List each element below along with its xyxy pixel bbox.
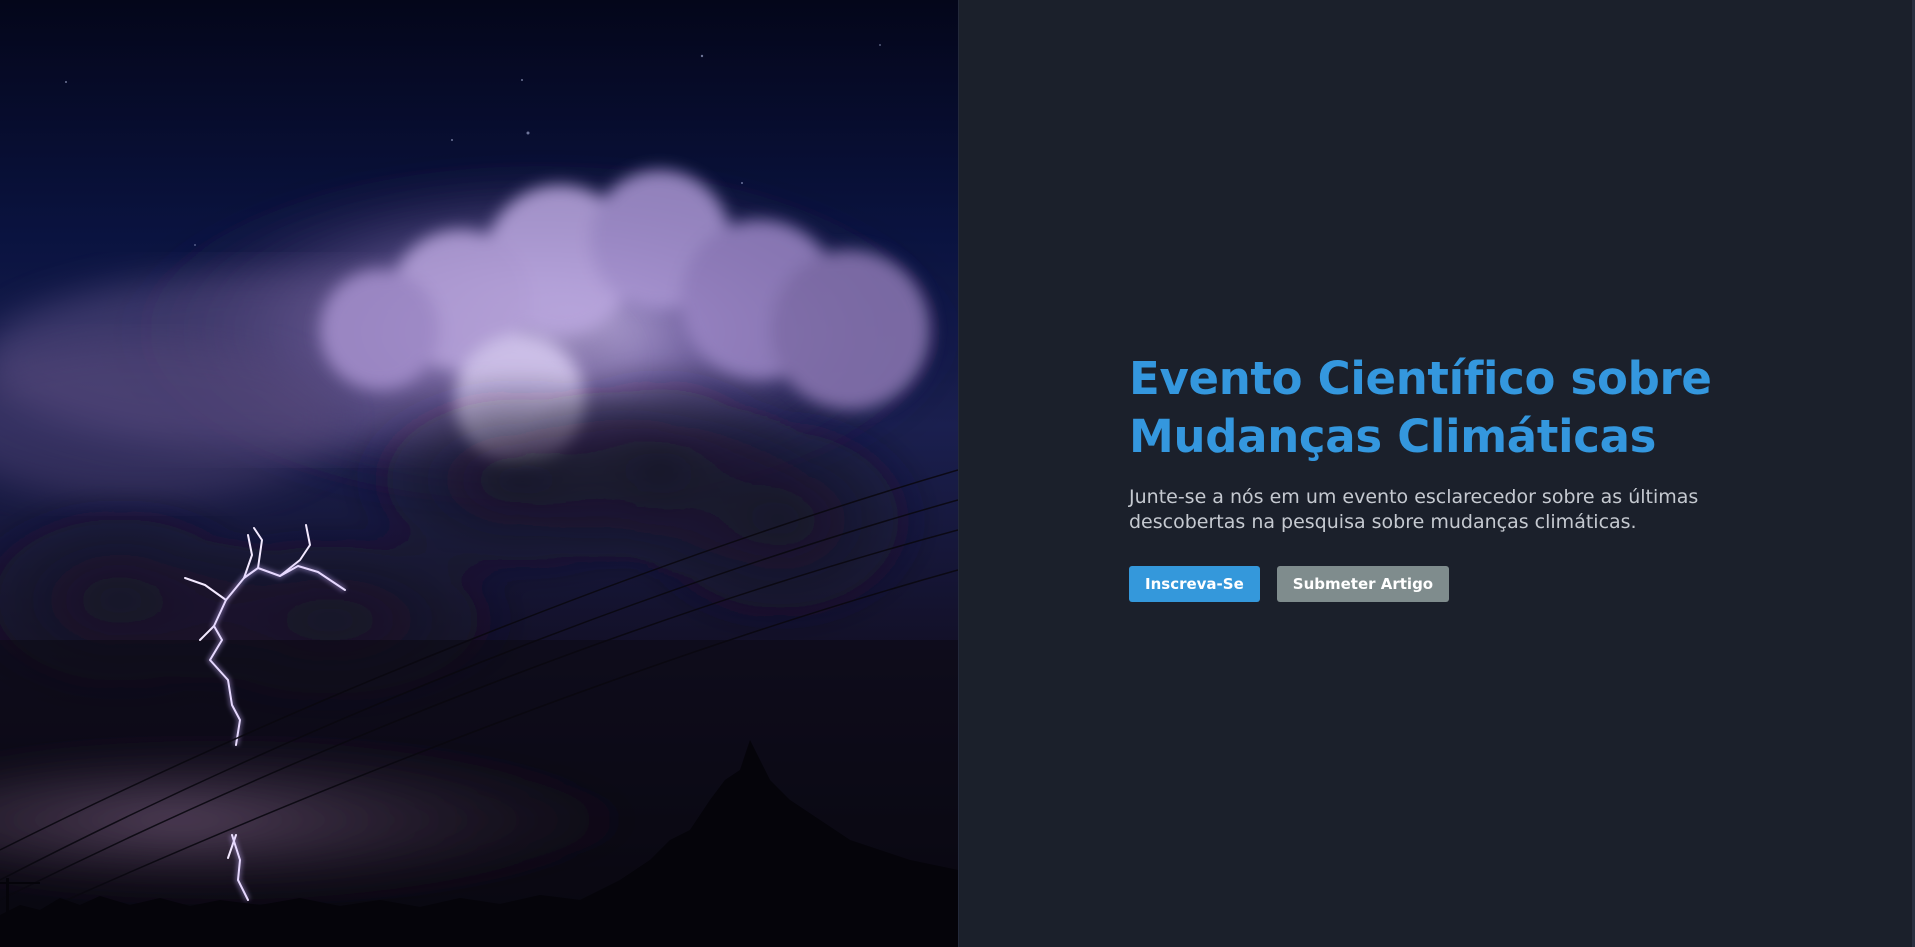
- page-subtitle: Junte-se a nós em um evento esclarecedor…: [1129, 486, 1699, 533]
- storm-illustration: [0, 0, 958, 947]
- hero-actions: Inscreva-Se Submeter Artigo: [1129, 566, 1769, 602]
- page: Evento Científico sobre Mudanças Climáti…: [0, 0, 1915, 947]
- hero-content-panel: Evento Científico sobre Mudanças Climáti…: [958, 0, 1915, 947]
- hero-image: [0, 0, 958, 947]
- submit-article-button[interactable]: Submeter Artigo: [1276, 566, 1450, 602]
- register-button[interactable]: Inscreva-Se: [1129, 566, 1260, 602]
- page-title: Evento Científico sobre Mudanças Climáti…: [1129, 352, 1712, 463]
- hero-content: Evento Científico sobre Mudanças Climáti…: [1129, 350, 1769, 602]
